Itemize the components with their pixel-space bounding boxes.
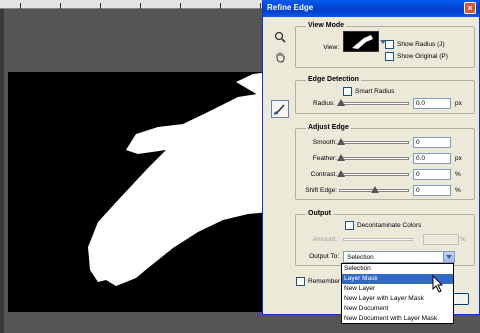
amount-slider bbox=[343, 238, 413, 241]
shift-edge-label: Shift Edge: bbox=[305, 187, 337, 194]
smart-radius-label: Smart Radius bbox=[355, 88, 395, 95]
amount-unit: % bbox=[460, 236, 466, 243]
refine-radius-brush-icon bbox=[274, 104, 285, 116]
contrast-label: Contrast: bbox=[310, 171, 337, 178]
smooth-slider[interactable] bbox=[337, 138, 409, 145]
hand-mask-image bbox=[88, 72, 270, 286]
show-radius-label: Show Radius (J) bbox=[397, 41, 445, 48]
tool-column bbox=[271, 28, 293, 120]
dropdown-arrow-icon bbox=[446, 255, 452, 259]
slider-thumb-icon[interactable] bbox=[337, 170, 345, 177]
smart-radius-checkbox[interactable]: Smart Radius bbox=[343, 87, 394, 96]
dialog-title: Refine Edge bbox=[267, 3, 314, 12]
slider-thumb-icon[interactable] bbox=[337, 154, 345, 161]
option-new-layer-with-mask[interactable]: New Layer with Layer Mask bbox=[342, 294, 453, 304]
contrast-field[interactable]: 0 bbox=[413, 169, 451, 180]
adjust-edge-title: Adjust Edge bbox=[306, 124, 351, 131]
slider-thumb-icon[interactable] bbox=[337, 99, 345, 106]
feather-label: Feather: bbox=[312, 155, 337, 162]
radius-unit: px bbox=[455, 100, 462, 107]
close-icon: × bbox=[467, 3, 473, 13]
dialog-titlebar[interactable]: Refine Edge × bbox=[263, 0, 479, 17]
edge-detection-title: Edge Detection bbox=[306, 76, 361, 83]
decontaminate-checkbox[interactable]: Decontaminate Colors bbox=[345, 221, 421, 230]
show-radius-checkbox[interactable]: Show Radius (J) bbox=[385, 40, 445, 49]
output-to-label: Output To: bbox=[309, 253, 339, 260]
view-thumbnail-image bbox=[352, 35, 373, 49]
zoom-tool[interactable] bbox=[271, 28, 289, 46]
decontaminate-label: Decontaminate Colors bbox=[357, 222, 422, 229]
smooth-label: Smooth: bbox=[312, 139, 337, 146]
output-to-value: Selection bbox=[347, 254, 374, 261]
feather-unit: px bbox=[455, 155, 462, 162]
feather-slider[interactable] bbox=[337, 154, 409, 161]
remember-settings-checkbox[interactable]: Remember S bbox=[296, 277, 346, 286]
output-to-select[interactable]: Selection bbox=[343, 251, 455, 263]
smooth-field[interactable]: 0 bbox=[413, 137, 451, 148]
refine-radius-tool[interactable] bbox=[271, 100, 289, 118]
hand-icon bbox=[276, 52, 285, 63]
amount-label: Amount: bbox=[312, 236, 337, 243]
shift-edge-field[interactable]: 0 bbox=[413, 185, 451, 196]
show-original-label: Show Original (P) bbox=[397, 53, 448, 60]
show-original-checkbox[interactable]: Show Original (P) bbox=[385, 52, 448, 61]
horizontal-ruler bbox=[0, 0, 271, 9]
slider-thumb-icon[interactable] bbox=[337, 138, 345, 145]
view-preview-thumbnail[interactable] bbox=[343, 31, 379, 52]
radius-field[interactable]: 0.0 bbox=[413, 98, 451, 109]
output-to-arrow[interactable] bbox=[443, 252, 454, 262]
shift-edge-slider[interactable] bbox=[339, 186, 409, 193]
image-canvas[interactable] bbox=[8, 72, 270, 312]
close-button[interactable]: × bbox=[464, 2, 476, 14]
shift-edge-unit: % bbox=[455, 187, 461, 194]
mouse-cursor-icon bbox=[432, 274, 444, 295]
option-new-document[interactable]: New Document bbox=[342, 304, 453, 314]
feather-field[interactable]: 0.0 bbox=[413, 153, 451, 164]
view-mode-title: View Mode bbox=[306, 22, 347, 29]
output-title: Output bbox=[306, 210, 333, 217]
hand-tool[interactable] bbox=[271, 48, 289, 66]
radius-label: Radius: bbox=[312, 100, 335, 107]
contrast-unit: % bbox=[455, 171, 461, 178]
zoom-icon bbox=[274, 31, 286, 43]
vertical-ruler bbox=[0, 9, 4, 333]
slider-thumb-icon[interactable] bbox=[371, 186, 379, 193]
contrast-slider[interactable] bbox=[337, 170, 409, 177]
view-label: View: bbox=[323, 44, 339, 51]
option-new-document-with-mask[interactable]: New Document with Layer Mask bbox=[342, 314, 453, 324]
radius-slider[interactable] bbox=[337, 99, 409, 106]
option-selection[interactable]: Selection bbox=[342, 264, 453, 274]
amount-field bbox=[423, 234, 459, 245]
